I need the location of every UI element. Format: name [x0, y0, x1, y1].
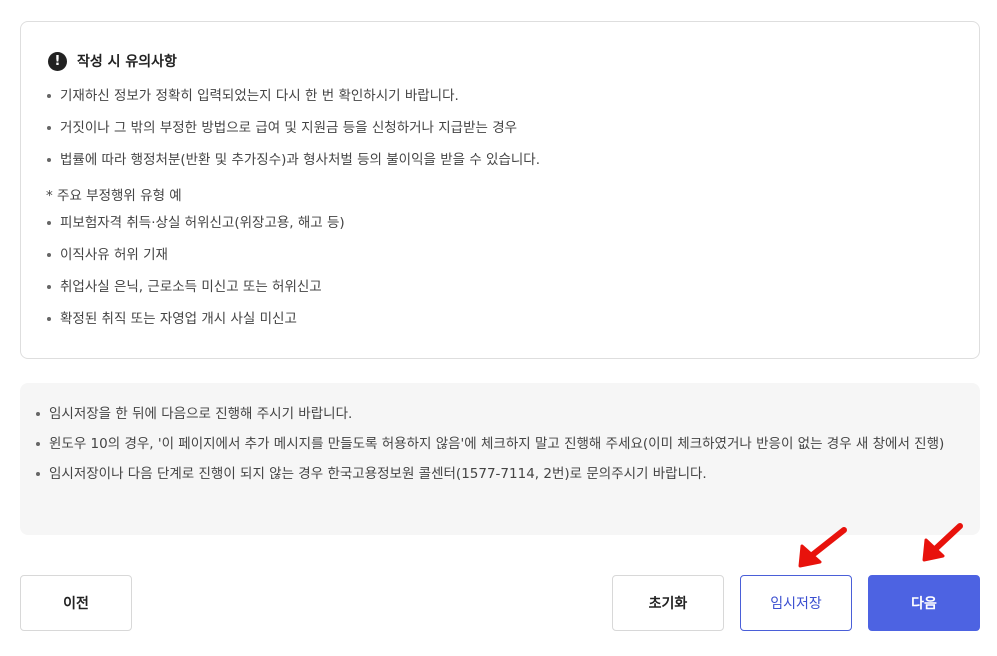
fraud-examples-list: 피보험자격 취득·상실 허위신고(위장고용, 해고 등) 이직사유 허위 기재 … — [46, 213, 345, 341]
info-list: 임시저장을 한 뒤에 다음으로 진행해 주시기 바랍니다. 윈도우 10의 경우… — [35, 401, 966, 491]
notice-box: ! 작성 시 유의사항 기재하신 정보가 정확히 입력되었는지 다시 한 번 확… — [20, 21, 980, 359]
list-item: 법률에 따라 행정처분(반환 및 추가징수)과 형사처벌 등의 불이익을 받을 … — [46, 150, 540, 182]
list-item: 임시저장이나 다음 단계로 진행이 되지 않는 경우 한국고용정보원 콜센터(1… — [35, 461, 966, 487]
list-item: 이직사유 허위 기재 — [46, 245, 345, 277]
temp-save-button[interactable]: 임시저장 — [740, 575, 852, 631]
fraud-examples-heading: * 주요 부정행위 유형 예 — [46, 188, 182, 204]
list-item: 윈도우 10의 경우, '이 페이지에서 추가 메시지를 만들도록 허용하지 않… — [35, 431, 966, 457]
info-box: 임시저장을 한 뒤에 다음으로 진행해 주시기 바랍니다. 윈도우 10의 경우… — [20, 383, 980, 535]
list-item: 취업사실 은닉, 근로소득 미신고 또는 허위신고 — [46, 277, 345, 309]
list-item: 임시저장을 한 뒤에 다음으로 진행해 주시기 바랍니다. — [35, 401, 966, 427]
annotation-arrow-icon — [922, 523, 963, 562]
exclamation-icon: ! — [48, 51, 67, 71]
notice-title: 작성 시 유의사항 — [77, 54, 177, 70]
list-item: 거짓이나 그 밖의 부정한 방법으로 급여 및 지원금 등을 신청하거나 지급받… — [46, 118, 540, 150]
notice-header: ! 작성 시 유의사항 — [48, 51, 177, 71]
list-item: 기재하신 정보가 정확히 입력되었는지 다시 한 번 확인하시기 바랍니다. — [46, 86, 540, 118]
list-item: 확정된 취직 또는 자영업 개시 사실 미신고 — [46, 309, 345, 341]
prev-button[interactable]: 이전 — [20, 575, 132, 631]
annotation-arrow-icon — [798, 527, 847, 568]
notice-list: 기재하신 정보가 정확히 입력되었는지 다시 한 번 확인하시기 바랍니다. 거… — [46, 86, 540, 182]
list-item: 피보험자격 취득·상실 허위신고(위장고용, 해고 등) — [46, 213, 345, 245]
next-button[interactable]: 다음 — [868, 575, 980, 631]
reset-button[interactable]: 초기화 — [612, 575, 724, 631]
